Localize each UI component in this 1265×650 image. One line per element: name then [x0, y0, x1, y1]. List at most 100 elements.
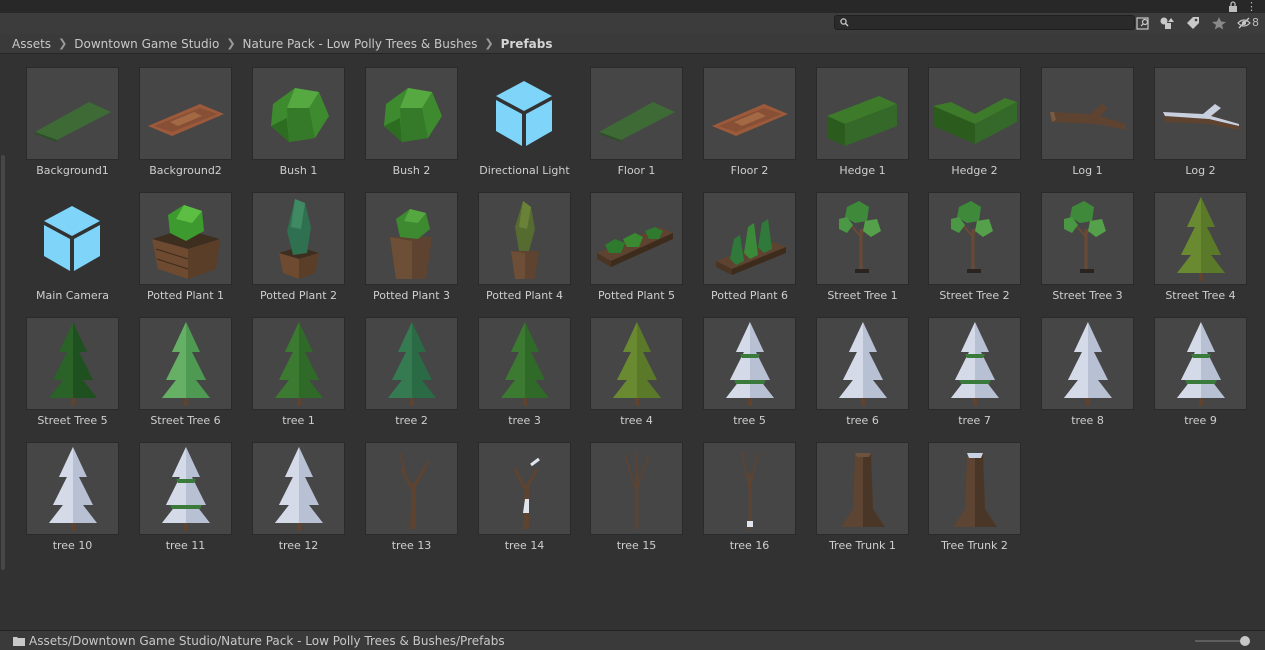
- bush-icon: [252, 67, 345, 160]
- breadcrumb-item-prefabs[interactable]: Prefabs: [501, 37, 553, 51]
- favorite-star-icon[interactable]: [1211, 16, 1227, 30]
- asset-tile-tree-11[interactable]: tree 11: [138, 441, 251, 566]
- filter-by-type-icon[interactable]: [1159, 16, 1175, 30]
- asset-tile-tree-6[interactable]: tree 6: [815, 316, 928, 441]
- asset-tile-log-1[interactable]: Log 1: [1040, 66, 1153, 191]
- eye-hidden-icon: [1237, 17, 1251, 28]
- asset-tile-tree-10[interactable]: tree 10: [25, 441, 138, 566]
- asset-label: Hedge 1: [839, 164, 886, 177]
- asset-tile-potted-plant-2[interactable]: Potted Plant 2: [251, 191, 364, 316]
- asset-label: tree 3: [508, 414, 541, 427]
- asset-label: Tree Trunk 2: [941, 539, 1008, 552]
- asset-label: tree 9: [1184, 414, 1217, 427]
- asset-tile-tree-13[interactable]: tree 13: [364, 441, 477, 566]
- street-tree-icon: [928, 192, 1021, 285]
- asset-tile-street-tree-5[interactable]: Street Tree 5: [25, 316, 138, 441]
- pine-light-icon: [139, 317, 232, 410]
- asset-label: Log 2: [1185, 164, 1216, 177]
- lock-icon[interactable]: [1227, 1, 1239, 12]
- zoom-slider-handle[interactable]: [1240, 636, 1250, 646]
- asset-tile-background2[interactable]: Background2: [138, 66, 251, 191]
- asset-tile-directional-light[interactable]: Directional Light: [477, 66, 590, 191]
- hidden-count: 8: [1252, 16, 1259, 29]
- asset-label: Potted Plant 5: [597, 289, 676, 302]
- pine-dark-icon: [26, 317, 119, 410]
- asset-tile-tree-trunk-1[interactable]: Tree Trunk 1: [815, 441, 928, 566]
- asset-tile-street-tree-3[interactable]: Street Tree 3: [1040, 191, 1153, 316]
- asset-tile-tree-trunk-2[interactable]: Tree Trunk 2: [927, 441, 1040, 566]
- log-icon: [1041, 67, 1134, 160]
- asset-tile-tree-15[interactable]: tree 15: [589, 441, 702, 566]
- asset-tile-potted-plant-5[interactable]: Potted Plant 5: [589, 191, 702, 316]
- asset-tile-hedge-2[interactable]: Hedge 2: [927, 66, 1040, 191]
- asset-label: Street Tree 4: [1165, 289, 1236, 302]
- hedge-straight-icon: [816, 67, 909, 160]
- label-tag-icon[interactable]: [1185, 16, 1201, 30]
- asset-tile-street-tree-1[interactable]: Street Tree 1: [815, 191, 928, 316]
- asset-tile-tree-9[interactable]: tree 9: [1153, 316, 1265, 441]
- asset-tile-bush-2[interactable]: Bush 2: [364, 66, 477, 191]
- asset-tile-tree-7[interactable]: tree 7: [927, 316, 1040, 441]
- asset-tile-potted-plant-1[interactable]: Potted Plant 1: [138, 191, 251, 316]
- asset-tile-tree-2[interactable]: tree 2: [364, 316, 477, 441]
- asset-tile-tree-16[interactable]: tree 16: [702, 441, 815, 566]
- asset-tile-hedge-1[interactable]: Hedge 1: [815, 66, 928, 191]
- asset-tile-street-tree-2[interactable]: Street Tree 2: [927, 191, 1040, 316]
- pine-olive-icon: [1154, 192, 1247, 285]
- pine-green-icon: [478, 317, 571, 410]
- kebab-menu-icon[interactable]: ⋮: [1246, 1, 1257, 12]
- asset-tile-main-camera[interactable]: Main Camera: [25, 191, 138, 316]
- asset-label: tree 12: [278, 539, 319, 552]
- tree-trunk-snow-icon: [928, 442, 1021, 535]
- asset-tile-street-tree-6[interactable]: Street Tree 6: [138, 316, 251, 441]
- pine-snow-icon: [816, 317, 909, 410]
- pot-round-icon: [365, 192, 458, 285]
- asset-label: Street Tree 5: [37, 414, 108, 427]
- asset-label: Directional Light: [479, 164, 570, 177]
- pine-snow-green-icon: [703, 317, 796, 410]
- asset-tile-potted-plant-6[interactable]: Potted Plant 6: [702, 191, 815, 316]
- asset-tile-floor-2[interactable]: Floor 2: [702, 66, 815, 191]
- breadcrumb-item-assets[interactable]: Assets: [12, 37, 51, 51]
- asset-label: Log 1: [1072, 164, 1103, 177]
- asset-tile-tree-4[interactable]: tree 4: [589, 316, 702, 441]
- asset-label: Potted Plant 1: [146, 289, 225, 302]
- asset-tile-tree-3[interactable]: tree 3: [477, 316, 590, 441]
- asset-label: Bush 1: [279, 164, 318, 177]
- asset-label: Potted Plant 4: [485, 289, 564, 302]
- asset-label: tree 5: [733, 414, 766, 427]
- asset-tile-background1[interactable]: Background1: [25, 66, 138, 191]
- asset-tile-tree-14[interactable]: tree 14: [477, 441, 590, 566]
- asset-tile-tree-8[interactable]: tree 8: [1040, 316, 1153, 441]
- log-snow-icon: [1154, 67, 1247, 160]
- ground-plane-green-icon: [590, 67, 683, 160]
- asset-tile-floor-1[interactable]: Floor 1: [589, 66, 702, 191]
- asset-tile-tree-12[interactable]: tree 12: [251, 441, 364, 566]
- pine-snow-green-icon: [139, 442, 232, 535]
- asset-label: Floor 1: [617, 164, 656, 177]
- asset-label: tree 15: [616, 539, 657, 552]
- asset-label: tree 2: [395, 414, 428, 427]
- search-by-type-icon[interactable]: [1136, 16, 1152, 30]
- asset-tile-potted-plant-3[interactable]: Potted Plant 3: [364, 191, 477, 316]
- asset-tile-tree-1[interactable]: tree 1: [251, 316, 364, 441]
- asset-label: tree 16: [729, 539, 770, 552]
- breadcrumb-item-studio[interactable]: Downtown Game Studio: [74, 37, 219, 51]
- hidden-packages-toggle[interactable]: 8: [1237, 16, 1259, 29]
- asset-label: tree 7: [958, 414, 991, 427]
- asset-tile-log-2[interactable]: Log 2: [1153, 66, 1265, 191]
- asset-tile-street-tree-4[interactable]: Street Tree 4: [1153, 191, 1265, 316]
- bush-icon: [365, 67, 458, 160]
- asset-tile-tree-5[interactable]: tree 5: [702, 316, 815, 441]
- folder-icon: [13, 636, 25, 646]
- asset-label: Tree Trunk 1: [829, 539, 896, 552]
- asset-tile-bush-1[interactable]: Bush 1: [251, 66, 364, 191]
- bare-tree-thin-snow-icon: [703, 442, 796, 535]
- asset-label: tree 13: [391, 539, 432, 552]
- asset-tile-potted-plant-4[interactable]: Potted Plant 4: [477, 191, 590, 316]
- street-tree-icon: [816, 192, 909, 285]
- prefab-cube-icon: [478, 67, 571, 160]
- search-input[interactable]: [834, 15, 1135, 30]
- breadcrumb-item-nature-pack[interactable]: Nature Pack - Low Polly Trees & Bushes: [243, 37, 478, 51]
- splitter-handle[interactable]: [1, 155, 5, 570]
